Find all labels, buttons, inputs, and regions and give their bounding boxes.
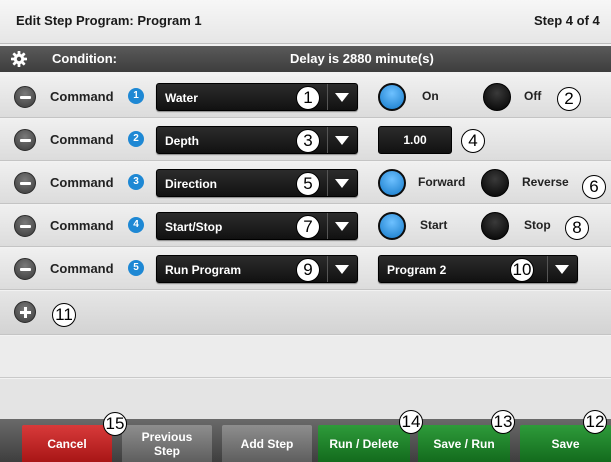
radio-on[interactable]	[378, 83, 406, 111]
command-3-select-value: Direction	[165, 177, 218, 191]
empty-area	[0, 379, 611, 419]
radio-reverse-label: Reverse	[522, 175, 569, 189]
remove-command-1-button[interactable]	[14, 86, 36, 108]
chevron-down-icon	[335, 93, 349, 102]
chevron-down-icon	[335, 222, 349, 231]
run-delete-label: Run / Delete	[329, 436, 399, 451]
command-5-select[interactable]: Run Program	[156, 255, 358, 283]
command-4-select-value: Start/Stop	[165, 220, 223, 234]
chevron-down-icon	[335, 265, 349, 274]
add-command-button[interactable]	[14, 301, 36, 323]
command-number-badge: 1	[128, 88, 144, 104]
command-1-select-value: Water	[165, 91, 198, 105]
callout-marker: 3	[296, 129, 320, 153]
cancel-button-label: Cancel	[47, 436, 87, 451]
select-divider	[327, 84, 328, 110]
command-row-1: Command 1 Water 1 On Off 2	[0, 76, 611, 118]
radio-off-label: Off	[524, 89, 542, 103]
remove-command-5-button[interactable]	[14, 258, 36, 280]
gear-icon[interactable]	[9, 49, 29, 69]
radio-stop-label: Stop	[524, 218, 551, 232]
command-row-2: Command 2 Depth 3 1.00 4	[0, 119, 611, 161]
radio-stop[interactable]	[481, 212, 509, 240]
callout-marker: 1	[296, 86, 320, 110]
chevron-down-icon	[555, 265, 569, 274]
command-1-select[interactable]: Water	[156, 83, 358, 111]
radio-start[interactable]	[378, 212, 406, 240]
previous-step-button[interactable]: Previous Step	[122, 425, 212, 462]
chevron-down-icon	[335, 136, 349, 145]
command-2-select-value: Depth	[165, 134, 199, 148]
radio-on-label: On	[422, 89, 439, 103]
save-label: Save	[551, 436, 580, 451]
chevron-down-icon	[335, 179, 349, 188]
callout-marker: 10	[510, 258, 534, 282]
save-run-label: Save / Run	[433, 436, 495, 451]
command-number-badge: 2	[128, 131, 144, 147]
callout-marker: 5	[296, 172, 320, 196]
remove-command-3-button[interactable]	[14, 172, 36, 194]
remove-command-4-button[interactable]	[14, 215, 36, 237]
command-label: Command	[50, 132, 114, 147]
command-row-3: Command 3 Direction 5 Forward Reverse 6	[0, 162, 611, 204]
callout-marker: 4	[461, 129, 485, 153]
callout-marker: 7	[296, 215, 320, 239]
add-step-button[interactable]: Add Step	[222, 425, 312, 462]
step-indicator: Step 4 of 4	[534, 13, 600, 28]
title-bar: Edit Step Program: Program 1 Step 4 of 4	[0, 0, 611, 44]
footer-toolbar: Cancel Previous Step Add Step Run / Dele…	[0, 419, 611, 462]
callout-marker: 2	[557, 87, 581, 111]
empty-row	[0, 336, 611, 378]
command-row-5: Command 5 Run Program 9 Program 2 10	[0, 248, 611, 290]
previous-step-label-line2: Step	[153, 443, 180, 458]
callout-marker: 14	[399, 410, 423, 434]
command-label: Command	[50, 261, 114, 276]
callout-marker: 12	[583, 410, 607, 434]
radio-reverse[interactable]	[481, 169, 509, 197]
select-divider	[327, 256, 328, 282]
callout-marker: 13	[491, 410, 515, 434]
previous-step-label-line1: Previous	[141, 429, 193, 444]
command-number-badge: 5	[128, 260, 144, 276]
condition-label: Condition:	[52, 51, 117, 66]
command-3-select[interactable]: Direction	[156, 169, 358, 197]
callout-marker: 9	[296, 258, 320, 282]
command-row-4: Command 4 Start/Stop 7 Start Stop 8	[0, 205, 611, 247]
command-label: Command	[50, 175, 114, 190]
radio-off[interactable]	[483, 83, 511, 111]
select-divider	[547, 256, 548, 282]
callout-marker: 8	[565, 216, 589, 240]
command-2-select[interactable]: Depth	[156, 126, 358, 154]
radio-start-label: Start	[420, 218, 448, 232]
command-number-badge: 3	[128, 174, 144, 190]
condition-value: Delay is 2880 minute(s)	[290, 51, 434, 66]
program-select-value: Program 2	[387, 263, 447, 277]
add-step-label: Add Step	[240, 436, 294, 451]
cancel-button[interactable]: Cancel	[22, 425, 112, 462]
depth-value-input[interactable]: 1.00	[378, 126, 452, 154]
callout-marker: 11	[52, 303, 76, 327]
program-select[interactable]: Program 2	[378, 255, 578, 283]
select-divider	[327, 213, 328, 239]
command-4-select[interactable]: Start/Stop	[156, 212, 358, 240]
callout-marker: 6	[582, 175, 606, 199]
remove-command-2-button[interactable]	[14, 129, 36, 151]
condition-bar[interactable]: Condition: Delay is 2880 minute(s)	[0, 46, 611, 72]
callout-marker: 15	[103, 412, 127, 436]
radio-forward-label: Forward	[418, 175, 466, 189]
command-label: Command	[50, 218, 114, 233]
add-command-row: 11	[0, 291, 611, 335]
command-label: Command	[50, 89, 114, 104]
page-title: Edit Step Program: Program 1	[16, 13, 202, 28]
run-delete-button[interactable]: Run / Delete	[318, 425, 410, 462]
radio-forward[interactable]	[378, 169, 406, 197]
command-5-select-value: Run Program	[165, 263, 242, 277]
select-divider	[327, 170, 328, 196]
select-divider	[327, 127, 328, 153]
command-number-badge: 4	[128, 217, 144, 233]
